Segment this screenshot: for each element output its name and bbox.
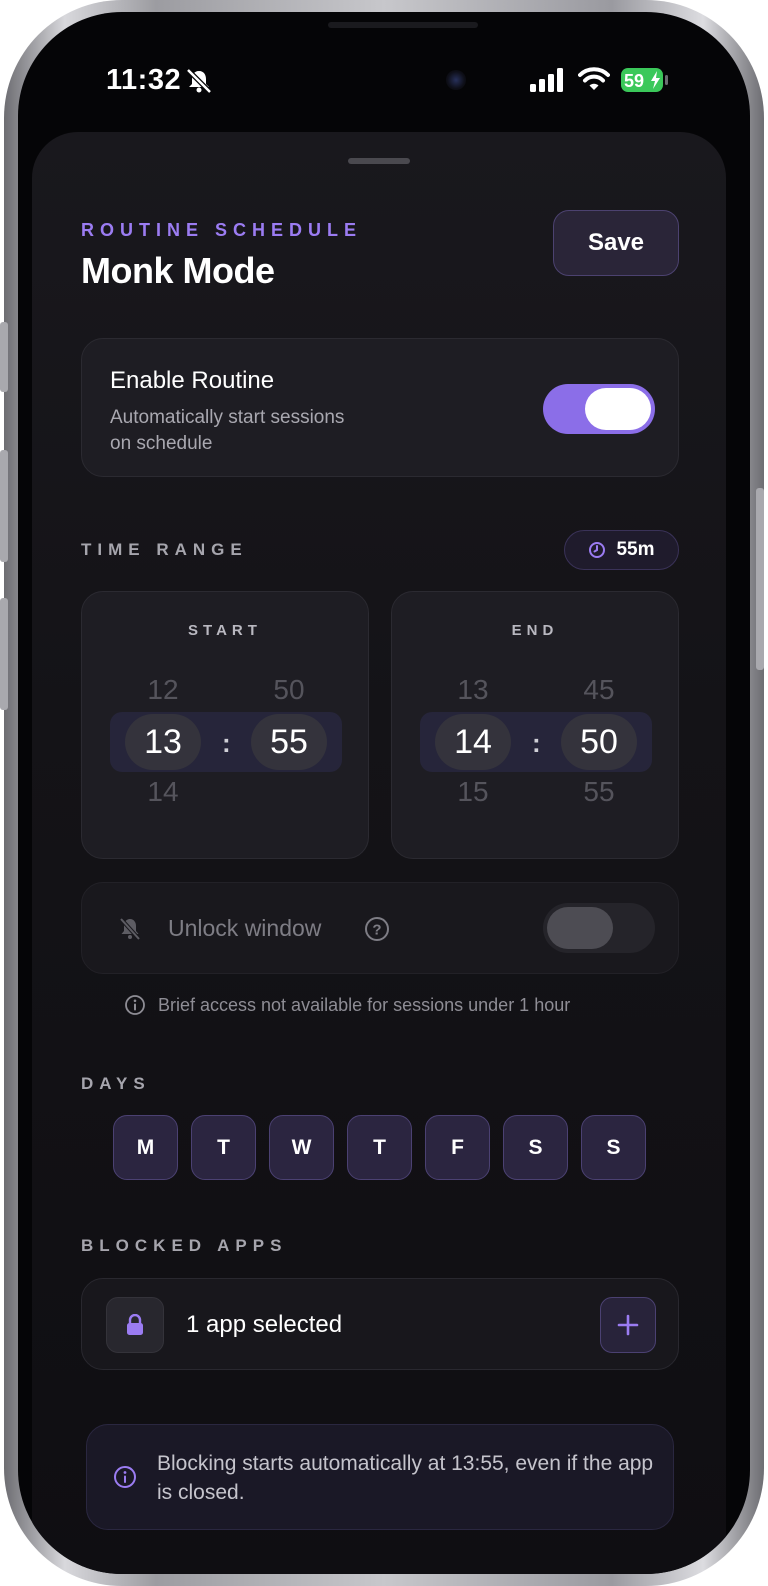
blocked-apps-label: BLOCKED APPS	[81, 1236, 288, 1255]
duration-value: 55m	[616, 539, 655, 560]
status-bar: 11:32 59	[18, 60, 750, 100]
info-icon	[114, 1466, 136, 1488]
phone-screen: 11:32 59 ROUTINE SCHEDULE Monk Mode Save…	[18, 12, 750, 1574]
minute-prev: 45	[583, 674, 615, 705]
info-text: Blocking starts automatically at 13:55, …	[157, 1452, 654, 1504]
enable-routine-toggle[interactable]	[543, 384, 655, 434]
volume-down-button	[0, 598, 8, 710]
volume-up-button	[0, 450, 8, 562]
action-button	[0, 322, 8, 392]
bell-slash-icon	[119, 917, 141, 941]
lock-badge	[106, 1297, 164, 1353]
day-sunday[interactable]: S	[581, 1115, 646, 1180]
blocked-apps-summary: 1 app selected	[186, 1311, 343, 1338]
unlock-note-text: Brief access not available for sessions …	[158, 994, 571, 1015]
page-title: Monk Mode	[81, 250, 275, 291]
minute-next: 55	[583, 776, 615, 807]
end-label: END	[511, 622, 559, 639]
minute-selected[interactable]: 55	[251, 714, 327, 770]
days-label: DAYS	[81, 1074, 151, 1093]
section-eyebrow: ROUTINE SCHEDULE	[81, 220, 363, 240]
clock-icon	[589, 542, 606, 558]
hour-selected[interactable]: 14	[435, 714, 511, 770]
unlock-window-label: Unlock window	[168, 915, 322, 941]
minute-prev: 50	[273, 674, 305, 705]
hour-prev: 12	[147, 674, 179, 705]
day-friday[interactable]: F	[425, 1115, 490, 1180]
power-button	[756, 488, 764, 670]
day-thursday[interactable]: T	[347, 1115, 412, 1180]
unlock-window-toggle[interactable]	[543, 903, 655, 953]
unlock-note: Brief access not available for sessions …	[124, 994, 570, 1016]
days-selector: M T W T F S S	[113, 1115, 646, 1180]
start-label: START	[188, 622, 262, 639]
hour-next: 15	[457, 776, 489, 807]
end-time-picker[interactable]: END 13 45 14 : 50 15 55	[391, 591, 679, 859]
day-saturday[interactable]: S	[503, 1115, 568, 1180]
plus-icon	[617, 1314, 639, 1336]
start-time-picker[interactable]: START 12 50 13 : 55 14	[81, 591, 369, 859]
day-wednesday[interactable]: W	[269, 1115, 334, 1180]
battery-icon: 59	[621, 68, 668, 92]
unlock-window-card: Unlock window ?	[81, 882, 679, 974]
cellular-signal-icon	[530, 68, 563, 92]
hour-next: 14	[147, 776, 179, 807]
bell-slash-icon	[186, 68, 212, 94]
time-separator: :	[222, 728, 231, 758]
hour-prev: 13	[457, 674, 489, 705]
svg-text:59: 59	[624, 71, 644, 91]
time-range-label: TIME RANGE	[81, 540, 248, 559]
routine-sheet: ROUTINE SCHEDULE Monk Mode Save Enable R…	[32, 132, 726, 1574]
toggle-knob	[585, 388, 651, 430]
enable-routine-card: Enable Routine Automatically start sessi…	[81, 338, 679, 477]
info-banner: Blocking starts automatically at 13:55, …	[86, 1424, 674, 1530]
add-apps-button[interactable]	[600, 1297, 656, 1353]
status-time: 11:32	[106, 64, 182, 96]
duration-badge: 55m	[564, 530, 679, 570]
minute-selected[interactable]: 50	[561, 714, 637, 770]
hour-selected[interactable]: 13	[125, 714, 201, 770]
toggle-knob	[547, 907, 613, 949]
day-tuesday[interactable]: T	[191, 1115, 256, 1180]
save-button[interactable]: Save	[553, 210, 679, 276]
enable-routine-subtitle: Automatically start sessions on schedule	[110, 407, 345, 454]
lock-icon	[127, 1314, 143, 1335]
enable-routine-title: Enable Routine	[110, 367, 275, 394]
time-separator: :	[532, 728, 541, 758]
day-monday[interactable]: M	[113, 1115, 178, 1180]
info-icon	[125, 995, 145, 1015]
sheet-grabber[interactable]	[348, 158, 410, 164]
blocked-apps-card[interactable]: 1 app selected	[81, 1278, 679, 1370]
speaker-grill	[328, 22, 478, 28]
front-camera	[446, 70, 466, 90]
svg-text:?: ?	[372, 922, 381, 939]
help-icon[interactable]: ?	[364, 916, 390, 942]
wifi-icon	[578, 67, 610, 90]
